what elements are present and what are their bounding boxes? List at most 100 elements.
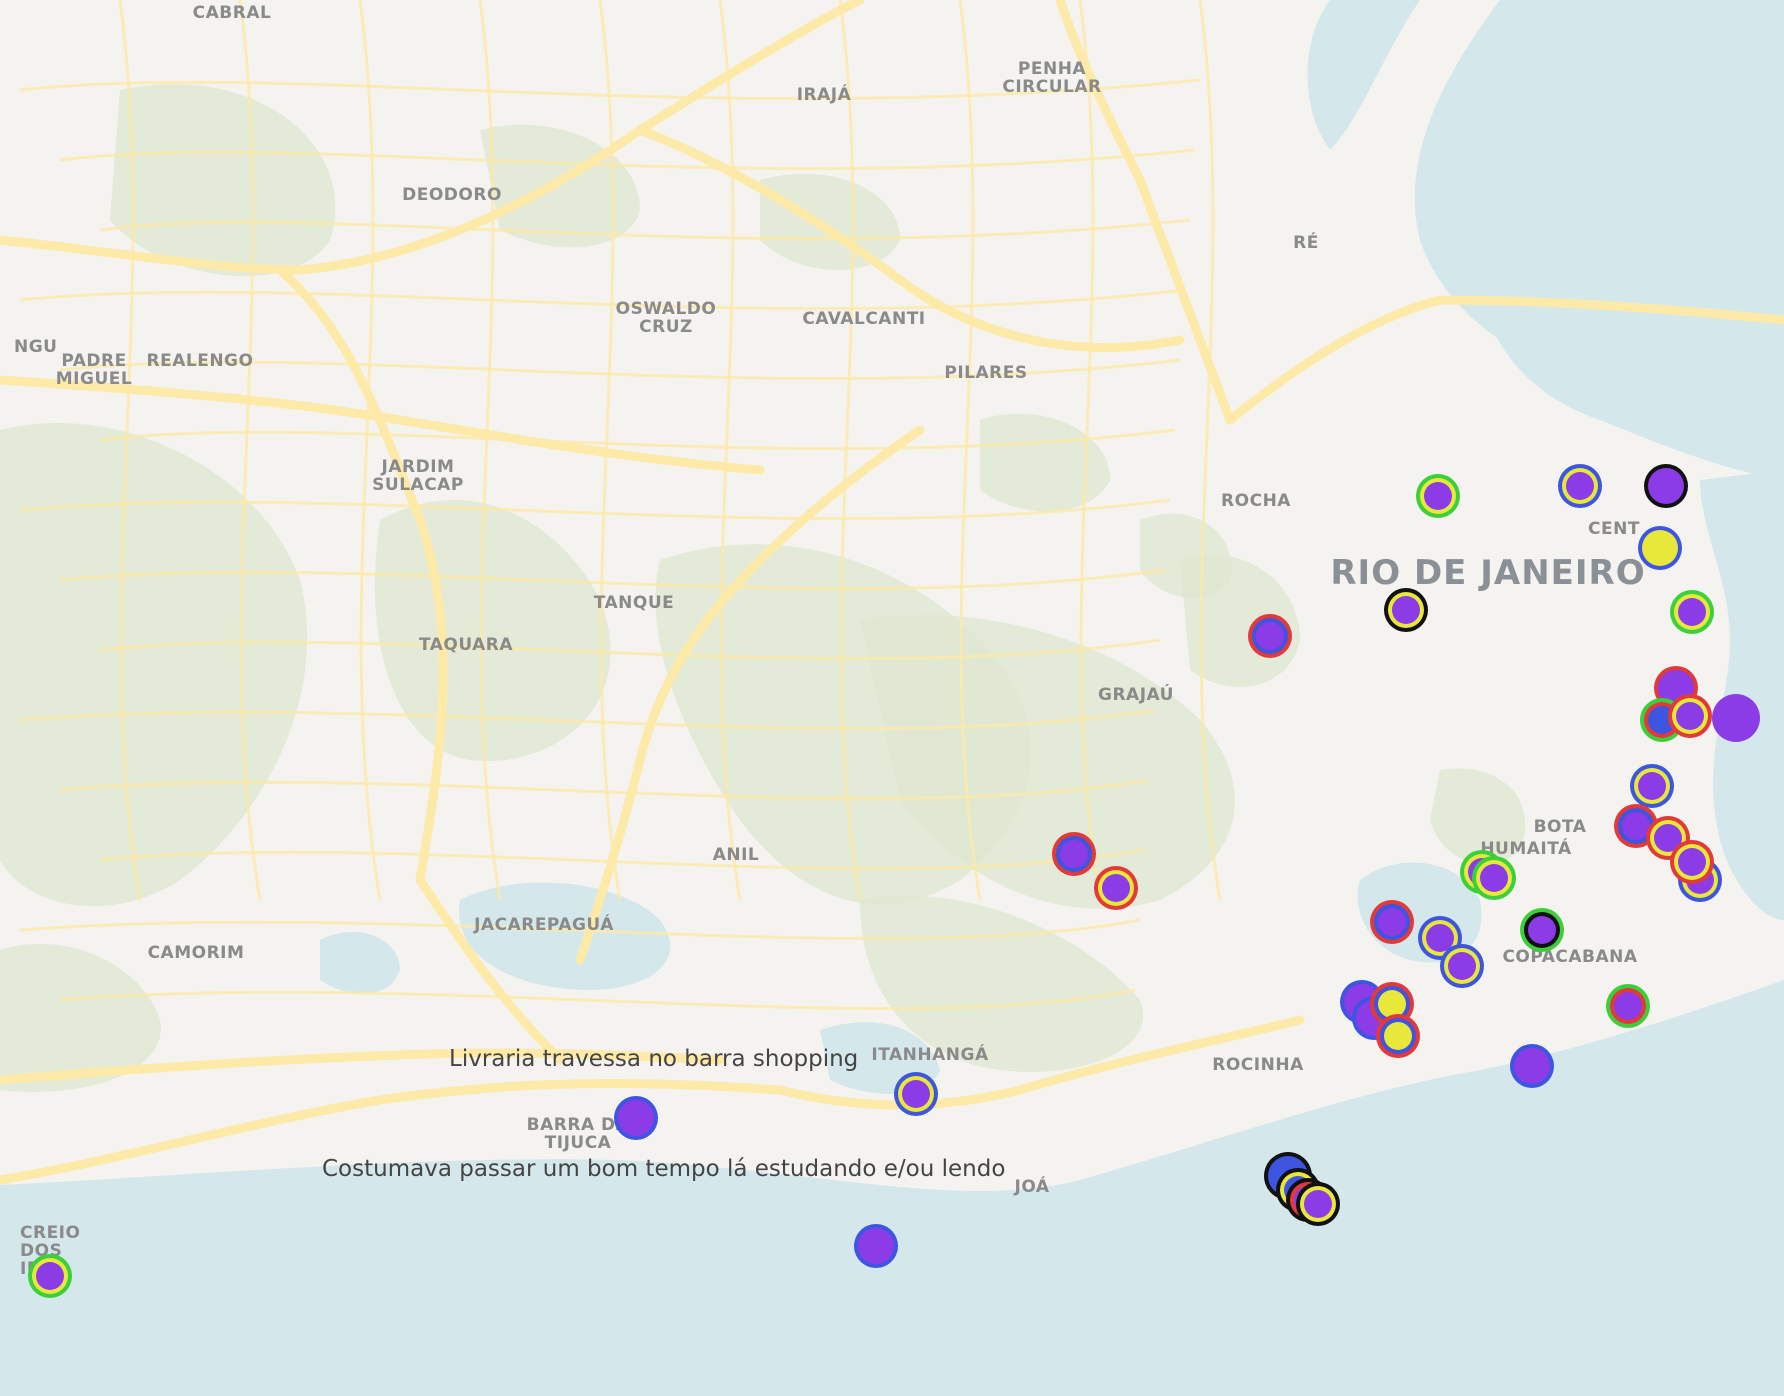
marker-inner <box>858 1228 894 1264</box>
place-label-18-line-0: ITANHANGÁ <box>871 1043 989 1065</box>
marker-core <box>1256 622 1284 650</box>
map-marker-17[interactable] <box>1094 866 1138 910</box>
map-marker-32[interactable] <box>854 1224 898 1268</box>
place-label-4-line-1: CRUZ <box>639 317 693 337</box>
map-marker-20[interactable] <box>1370 900 1414 944</box>
map-marker-4[interactable] <box>1384 588 1428 632</box>
place-label-7-line-1: MIGUEL <box>56 369 132 389</box>
place-label-15-line-0: ANIL <box>713 845 760 865</box>
place-label-25: RÉ <box>1293 231 1319 253</box>
place-label-12-line-0: TANQUE <box>594 593 675 613</box>
map-marker-31[interactable] <box>614 1096 658 1140</box>
place-label-24-line-0: CENT <box>1588 519 1640 539</box>
place-label-6-line-0: NGU <box>14 337 58 357</box>
place-label-16: JACAREPAGUÁ <box>473 913 614 935</box>
place-label-3: DEODORO <box>402 185 502 205</box>
map-marker-29[interactable] <box>1510 1044 1554 1088</box>
marker-inner <box>1514 1048 1550 1084</box>
marker-core <box>1528 916 1556 944</box>
map-marker-11[interactable] <box>1630 764 1674 808</box>
map-marker-3[interactable] <box>1638 526 1682 570</box>
map-marker-19[interactable] <box>1472 856 1516 900</box>
place-label-7: PADRE MIGUEL <box>56 351 132 389</box>
place-label-16-line-0: JACAREPAGUÁ <box>473 913 614 935</box>
place-label-11-line-0: ROCHA <box>1221 491 1291 511</box>
place-label-0-line-0: CABRAL <box>193 3 272 23</box>
place-label-13-line-0: TAQUARA <box>419 635 513 655</box>
place-label-1-line-0: IRAJÁ <box>797 83 852 105</box>
place-label-24: CENT <box>1588 519 1640 539</box>
place-label-19-line-0: ROCINHA <box>1212 1055 1304 1075</box>
place-label-20: JOÁ <box>1014 1175 1050 1197</box>
place-label-12: TANQUE <box>594 593 675 613</box>
tooltip-body: Costumava passar um bom tempo lá estudan… <box>322 1156 1006 1182</box>
map-marker-5[interactable] <box>1670 590 1714 634</box>
map-marker-27[interactable] <box>1376 1014 1420 1058</box>
marker-core <box>36 1262 64 1290</box>
place-label-9: PILARES <box>944 363 1027 383</box>
map-marker-22[interactable] <box>1440 944 1484 988</box>
place-label-6: NGU <box>14 337 58 357</box>
marker-inner <box>618 1100 654 1136</box>
map-marker-0[interactable] <box>1416 474 1460 518</box>
marker-core <box>1392 596 1420 624</box>
map-marker-28[interactable] <box>1606 984 1650 1028</box>
marker-core <box>1378 990 1406 1018</box>
place-label-9-line-0: PILARES <box>944 363 1027 383</box>
marker-core <box>1102 874 1130 902</box>
marker-core <box>1378 908 1406 936</box>
place-label-18: ITANHANGÁ <box>871 1043 989 1065</box>
place-label-25-line-0: RÉ <box>1293 231 1319 253</box>
marker-core <box>1638 772 1666 800</box>
place-label-11: ROCHA <box>1221 491 1291 511</box>
map-marker-37[interactable] <box>28 1254 72 1298</box>
place-label-10: JARDIM SULACAP <box>372 457 464 495</box>
marker-core <box>1678 598 1706 626</box>
marker-core <box>1614 992 1642 1020</box>
place-label-15: ANIL <box>713 845 760 865</box>
marker-core <box>1384 1022 1412 1050</box>
city-label: RIO DE JANEIRO <box>1330 553 1645 593</box>
place-label-8-line-0: REALENGO <box>147 351 254 371</box>
marker-core <box>1622 812 1650 840</box>
map-marker-15[interactable] <box>1670 840 1714 884</box>
place-label-1: IRAJÁ <box>797 83 852 105</box>
map-marker-36[interactable] <box>1296 1182 1340 1226</box>
map-marker-16[interactable] <box>1052 832 1096 876</box>
map-svg[interactable]: CABRALIRAJÁPENHA CIRCULARDEODOROOSWALDO CR… <box>0 0 1784 1396</box>
place-label-2-line-1: CIRCULAR <box>1002 77 1101 97</box>
place-label-17: CAMORIM <box>148 943 245 963</box>
place-label-10-line-1: SULACAP <box>372 475 464 495</box>
marker-core <box>1448 952 1476 980</box>
map-marker-1[interactable] <box>1558 464 1602 508</box>
place-label-14: GRAJAÚ <box>1098 683 1174 705</box>
map-marker-30[interactable] <box>894 1072 938 1116</box>
place-label-10-line-0: JARDIM <box>381 457 455 477</box>
map-marker-2[interactable] <box>1644 464 1688 508</box>
place-label-23-line-0: BOTA <box>1534 817 1587 837</box>
place-label-8: REALENGO <box>147 351 254 371</box>
place-label-3-line-0: DEODORO <box>402 185 502 205</box>
map-marker-10[interactable] <box>1712 694 1760 742</box>
place-label-17-line-0: CAMORIM <box>148 943 245 963</box>
place-label-19: ROCINHA <box>1212 1055 1304 1075</box>
marker-core <box>1712 694 1760 742</box>
map-marker-23[interactable] <box>1520 908 1564 952</box>
place-label-20-line-0: JOÁ <box>1014 1175 1050 1197</box>
marker-inner <box>1642 530 1678 566</box>
map-canvas[interactable]: CABRAL IRAJÁ PENHA CIRCULAR DEODORO OSWALDO CR… <box>0 0 1784 1396</box>
place-label-13: TAQUARA <box>419 635 513 655</box>
place-label-23: BOTA <box>1534 817 1587 837</box>
place-label-7-line-0: PADRE <box>61 351 126 371</box>
marker-core <box>1060 840 1088 868</box>
place-label-21-line-0: COPACABANA <box>1502 947 1637 967</box>
marker-core <box>1566 472 1594 500</box>
marker-core <box>1424 482 1452 510</box>
map-marker-9[interactable] <box>1668 694 1712 738</box>
place-label-5-line-0: CAVALCANTI <box>802 309 925 329</box>
tooltip-title: Livraria travessa no barra shopping <box>449 1046 859 1072</box>
land-layer <box>0 0 1784 1396</box>
map-marker-6[interactable] <box>1248 614 1292 658</box>
marker-core <box>1480 864 1508 892</box>
marker-inner <box>1648 468 1684 504</box>
